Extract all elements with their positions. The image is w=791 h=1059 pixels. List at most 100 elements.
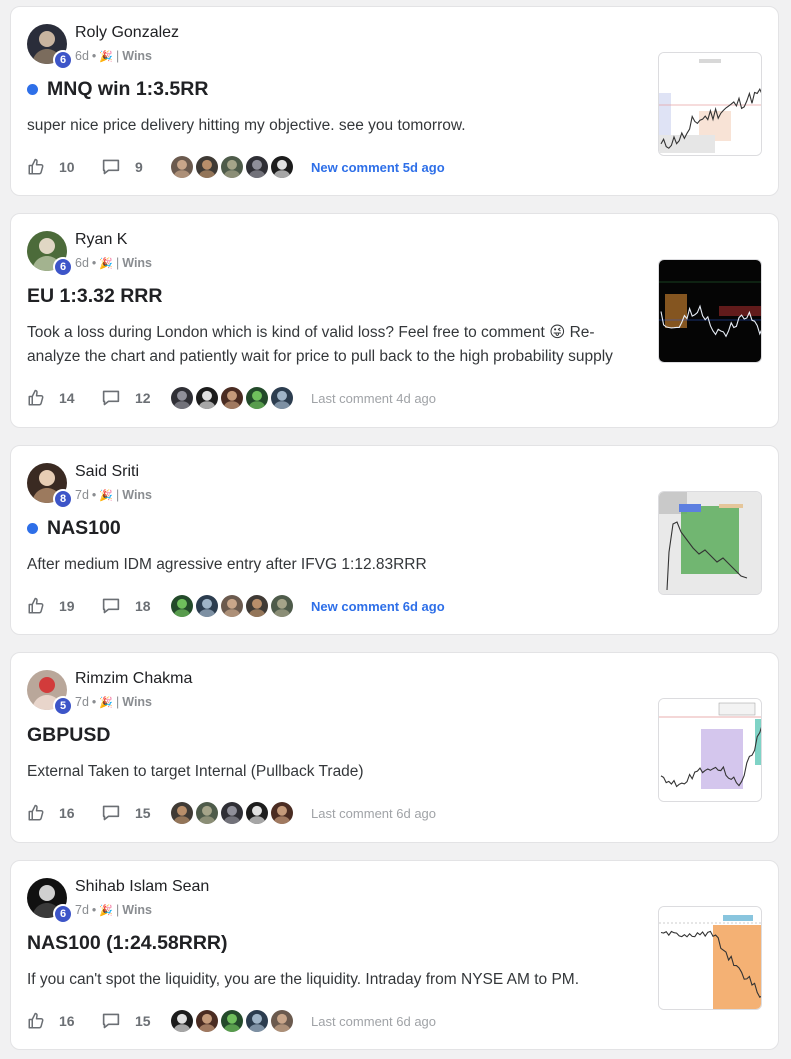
commenter-avatar[interactable] <box>219 385 245 411</box>
like-button[interactable]: 16 <box>27 804 101 822</box>
post-body[interactable]: Took a loss during London which is kind … <box>27 321 637 369</box>
level-badge: 6 <box>53 904 73 924</box>
post-title[interactable]: EU 1:3.32 RRR <box>27 285 162 308</box>
post-title-text[interactable]: MNQ win 1:3.5RR <box>47 78 208 101</box>
chart-thumbnail-image <box>659 53 761 155</box>
commenter-avatar[interactable] <box>244 800 270 826</box>
commenter-avatar[interactable] <box>169 593 195 619</box>
post-title-text[interactable]: NAS100 <box>47 517 121 540</box>
author-name[interactable]: Roly Gonzalez <box>75 24 179 42</box>
commenter-avatar[interactable] <box>269 800 295 826</box>
author-name[interactable]: Ryan K <box>75 231 127 249</box>
post-title[interactable]: NAS100 <box>27 517 121 540</box>
post-body[interactable]: super nice price delivery hitting my obj… <box>27 114 637 138</box>
author-avatar[interactable]: 6 <box>27 24 73 70</box>
commenter-avatar[interactable] <box>169 154 195 180</box>
post-title-text[interactable]: EU 1:3.32 RRR <box>27 285 162 308</box>
commenter-avatar[interactable] <box>194 593 220 619</box>
comment-count: 12 <box>135 390 151 406</box>
commenter-avatar[interactable] <box>194 1008 220 1034</box>
category-separator: | <box>116 695 120 709</box>
post-meta: 6d • 🎉 | Wins <box>75 49 152 63</box>
meta-separator: • <box>91 49 97 63</box>
post-chart-thumbnail[interactable] <box>658 52 762 156</box>
commenter-avatar[interactable] <box>244 154 270 180</box>
like-button[interactable]: 19 <box>27 597 101 615</box>
post-title[interactable]: MNQ win 1:3.5RR <box>27 78 208 101</box>
commenter-avatar[interactable] <box>219 1008 245 1034</box>
commenter-avatar[interactable] <box>269 593 295 619</box>
like-button[interactable]: 10 <box>27 158 101 176</box>
commenter-avatar[interactable] <box>169 1008 195 1034</box>
last-comment-time[interactable]: Last comment 6d ago <box>311 806 436 821</box>
commenter-avatar[interactable] <box>269 385 295 411</box>
commenter-avatars[interactable] <box>169 154 295 180</box>
post-body[interactable]: External Taken to target Internal (Pullb… <box>27 760 637 784</box>
meta-separator: • <box>91 695 97 709</box>
commenter-avatar[interactable] <box>219 800 245 826</box>
post-meta: 6d • 🎉 | Wins <box>75 256 152 270</box>
comment-button[interactable]: 15 <box>101 804 161 822</box>
post-body[interactable]: If you can't spot the liquidity, you are… <box>27 968 637 992</box>
post-category[interactable]: Wins <box>122 488 152 502</box>
commenter-avatar[interactable] <box>169 800 195 826</box>
commenter-avatar[interactable] <box>244 593 270 619</box>
commenter-avatar[interactable] <box>219 154 245 180</box>
last-comment-time[interactable]: New comment 5d ago <box>311 160 445 175</box>
commenter-avatar[interactable] <box>244 1008 270 1034</box>
commenter-avatars[interactable] <box>169 800 295 826</box>
post-title-text[interactable]: NAS100 (1:24.58RRR) <box>27 932 228 955</box>
like-count: 19 <box>59 598 75 614</box>
last-comment-time[interactable]: Last comment 4d ago <box>311 391 436 406</box>
commenter-avatar[interactable] <box>169 385 195 411</box>
post-card-1[interactable]: 6 Roly Gonzalez 6d • 🎉 | Wins MNQ win 1:… <box>10 6 779 196</box>
post-meta: 7d • 🎉 | Wins <box>75 695 152 709</box>
like-count: 14 <box>59 390 75 406</box>
commenter-avatar[interactable] <box>194 154 220 180</box>
last-comment-time[interactable]: Last comment 6d ago <box>311 1014 436 1029</box>
post-card-4[interactable]: 5 Rimzim Chakma 7d • 🎉 | Wins GBPUSD Ext… <box>10 652 779 843</box>
like-button[interactable]: 14 <box>27 389 101 407</box>
commenter-avatar[interactable] <box>194 385 220 411</box>
post-chart-thumbnail[interactable] <box>658 259 762 363</box>
comment-button[interactable]: 18 <box>101 597 161 615</box>
post-category[interactable]: Wins <box>122 256 152 270</box>
post-card-2[interactable]: 6 Ryan K 6d • 🎉 | Wins EU 1:3.32 RRR Too… <box>10 213 779 428</box>
author-avatar[interactable]: 8 <box>27 463 73 509</box>
level-badge: 6 <box>53 257 73 277</box>
post-title[interactable]: NAS100 (1:24.58RRR) <box>27 932 228 955</box>
commenter-avatars[interactable] <box>169 1008 295 1034</box>
author-name[interactable]: Shihab Islam Sean <box>75 878 209 896</box>
last-comment-time[interactable]: New comment 6d ago <box>311 599 445 614</box>
commenter-avatar[interactable] <box>269 154 295 180</box>
category-separator: | <box>116 49 120 63</box>
comment-button[interactable]: 15 <box>101 1012 161 1030</box>
post-body[interactable]: After medium IDM agressive entry after I… <box>27 553 637 577</box>
post-chart-thumbnail[interactable] <box>658 906 762 1010</box>
commenter-avatars[interactable] <box>169 593 295 619</box>
comment-button[interactable]: 12 <box>101 389 161 407</box>
commenter-avatar[interactable] <box>269 1008 295 1034</box>
post-chart-thumbnail[interactable] <box>658 491 762 595</box>
comment-button[interactable]: 9 <box>101 158 161 176</box>
commenter-avatar[interactable] <box>194 800 220 826</box>
author-avatar[interactable]: 6 <box>27 878 73 924</box>
commenter-avatar[interactable] <box>219 593 245 619</box>
commenter-avatars[interactable] <box>169 385 295 411</box>
like-button[interactable]: 16 <box>27 1012 101 1030</box>
comment-icon <box>102 1013 120 1029</box>
commenter-avatar[interactable] <box>244 385 270 411</box>
post-category[interactable]: Wins <box>122 903 152 917</box>
post-card-5[interactable]: 6 Shihab Islam Sean 7d • 🎉 | Wins NAS100… <box>10 860 779 1050</box>
post-category[interactable]: Wins <box>122 695 152 709</box>
comment-icon <box>102 159 120 175</box>
author-name[interactable]: Rimzim Chakma <box>75 670 192 688</box>
post-title-text[interactable]: GBPUSD <box>27 724 110 747</box>
post-chart-thumbnail[interactable] <box>658 698 762 802</box>
author-name[interactable]: Said Sriti <box>75 463 139 481</box>
post-card-3[interactable]: 8 Said Sriti 7d • 🎉 | Wins NAS100 After … <box>10 445 779 635</box>
author-avatar[interactable]: 5 <box>27 670 73 716</box>
post-category[interactable]: Wins <box>122 49 152 63</box>
author-avatar[interactable]: 6 <box>27 231 73 277</box>
post-title[interactable]: GBPUSD <box>27 724 110 747</box>
